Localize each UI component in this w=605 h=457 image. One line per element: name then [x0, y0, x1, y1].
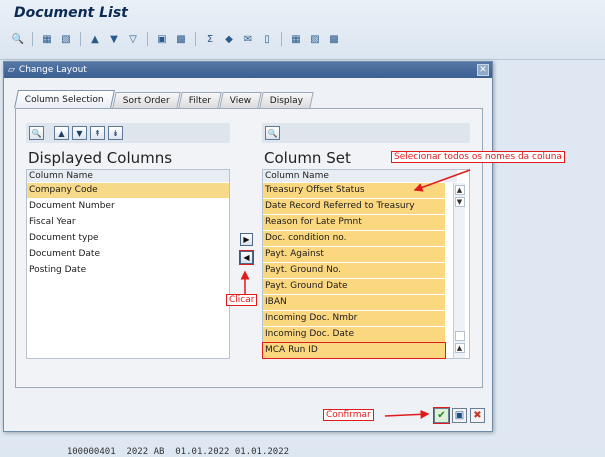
list-item[interactable]: Document type	[27, 231, 229, 246]
dialog-title: Change Layout	[18, 65, 87, 75]
right-column-header: Column Name	[263, 170, 457, 182]
move-up-icon[interactable]: ▲	[54, 126, 69, 140]
print-icon[interactable]: ▣	[154, 31, 170, 47]
column-set-scrollbar[interactable]: ▲ ▼ ▲	[453, 183, 465, 358]
background-row: 100000401 2022 AB 01.01.2022 01.01.2022	[56, 437, 289, 457]
tab-label: View	[229, 95, 252, 106]
displayed-columns-list[interactable]: Column Name Company Code Document Number…	[26, 169, 230, 359]
list-item[interactable]: Incoming Doc. Nmbr	[263, 311, 445, 326]
grid-icon[interactable]: ▦	[288, 31, 304, 47]
scroll-down-icon[interactable]: ▼	[454, 197, 465, 207]
annotation-confirm: Confirmar	[323, 409, 374, 421]
list-item[interactable]: Incoming Doc. Date	[263, 327, 445, 342]
doc-icon[interactable]: ▦	[39, 31, 55, 47]
grid-icon-3[interactable]: ▩	[326, 31, 342, 47]
app-header: Document List 🔍 ▦ ▧ ▲ ▼ ▽ ▣ ▩ Σ ◆ ✉ ▯ ▦ …	[0, 0, 605, 60]
scroll-up-icon[interactable]: ▲	[454, 185, 465, 195]
displayed-columns-heading: Displayed Columns	[28, 149, 173, 167]
list-item[interactable]: Doc. condition no.	[263, 231, 445, 246]
tab-strip: Column Selection Sort Order Filter View …	[14, 90, 315, 108]
app-toolbar: 🔍 ▦ ▧ ▲ ▼ ▽ ▣ ▩ Σ ◆ ✉ ▯ ▦ ▨ ▩	[10, 30, 342, 48]
doc-icon-2[interactable]: ▧	[58, 31, 74, 47]
scroll-thumb[interactable]	[454, 331, 465, 341]
details-icon[interactable]: 🔍	[10, 31, 26, 47]
toolbar-separator	[195, 32, 196, 46]
sum-icon[interactable]: Σ	[202, 31, 218, 47]
list-item[interactable]: Document Date	[27, 247, 229, 262]
find-icon[interactable]: 🔍	[29, 126, 44, 140]
tab-label: Filter	[188, 95, 211, 106]
sort-ascending-icon[interactable]: ▲	[87, 31, 103, 47]
dialog-titlebar: ▱ Change Layout	[4, 62, 492, 78]
cancel-button[interactable]: ✖	[470, 408, 485, 423]
tab-label: Column Selection	[24, 94, 104, 105]
annotation-click: Clicar	[226, 294, 258, 306]
left-list-toolbar: 🔍 ▲ ▼ ↟ ↡	[26, 123, 230, 143]
tab-column-selection[interactable]: Column Selection	[14, 90, 115, 108]
column-set-list[interactable]: Column Name Treasury Offset Status Date …	[262, 169, 470, 359]
layout-icon: ▱	[8, 65, 15, 75]
list-item[interactable]: Posting Date	[27, 263, 229, 278]
change-layout-dialog: ▱ Change Layout ✕ Column Selection Sort …	[3, 61, 493, 432]
layout-icon[interactable]: ▯	[259, 31, 275, 47]
tab-label: Sort Order	[122, 95, 170, 106]
toolbar-separator	[80, 32, 81, 46]
list-item[interactable]: Document Number	[27, 199, 229, 214]
move-top-icon[interactable]: ↟	[90, 126, 105, 140]
column-set-heading: Column Set	[264, 149, 351, 167]
tab-label: Display	[270, 95, 304, 106]
column-selection-panel: 🔍 ▲ ▼ ↟ ↡ Displayed Columns Column Name …	[15, 108, 483, 388]
graphic-icon[interactable]: ◆	[221, 31, 237, 47]
export-icon[interactable]: ▩	[173, 31, 189, 47]
right-list-toolbar: 🔍	[262, 123, 470, 143]
save-layout-button[interactable]: ▣	[452, 408, 467, 423]
list-item[interactable]: Payt. Ground No.	[263, 263, 445, 278]
tab-view[interactable]: View	[219, 92, 263, 108]
list-item[interactable]: Fiscal Year	[27, 215, 229, 230]
confirm-button[interactable]: ✔	[433, 407, 450, 424]
list-item[interactable]: IBAN	[263, 295, 445, 310]
toolbar-separator	[32, 32, 33, 46]
list-item[interactable]: Payt. Ground Date	[263, 279, 445, 294]
list-item[interactable]: MCA Run ID	[262, 342, 446, 359]
mail-icon[interactable]: ✉	[240, 31, 256, 47]
list-item[interactable]: Treasury Offset Status	[263, 183, 445, 198]
list-item[interactable]: Reason for Late Pmnt	[263, 215, 445, 230]
close-icon[interactable]: ✕	[477, 64, 489, 76]
find-icon[interactable]: 🔍	[265, 126, 280, 140]
filter-icon[interactable]: ▼	[106, 31, 122, 47]
list-item[interactable]: Company Code	[27, 183, 229, 198]
tab-display[interactable]: Display	[259, 92, 315, 108]
grid-icon-2[interactable]: ▨	[307, 31, 323, 47]
left-column-header: Column Name	[27, 170, 229, 182]
tab-sort-order[interactable]: Sort Order	[112, 92, 181, 108]
scroll-up-icon[interactable]: ▲	[454, 343, 465, 353]
filter-icon-2[interactable]: ▽	[125, 31, 141, 47]
toolbar-separator	[281, 32, 282, 46]
list-item[interactable]: Payt. Against	[263, 247, 445, 262]
annotation-select-all: Selecionar todos os nomes da coluna	[391, 151, 565, 163]
move-to-column-set-button[interactable]: ◀	[239, 250, 254, 265]
move-to-displayed-button[interactable]: ▶	[240, 233, 253, 246]
list-item[interactable]: Date Record Referred to Treasury	[263, 199, 445, 214]
tab-filter[interactable]: Filter	[178, 92, 222, 108]
toolbar-separator	[147, 32, 148, 46]
page-title: Document List	[14, 5, 128, 21]
move-down-icon[interactable]: ▼	[72, 126, 87, 140]
scroll-track	[454, 209, 465, 329]
move-bottom-icon[interactable]: ↡	[108, 126, 123, 140]
